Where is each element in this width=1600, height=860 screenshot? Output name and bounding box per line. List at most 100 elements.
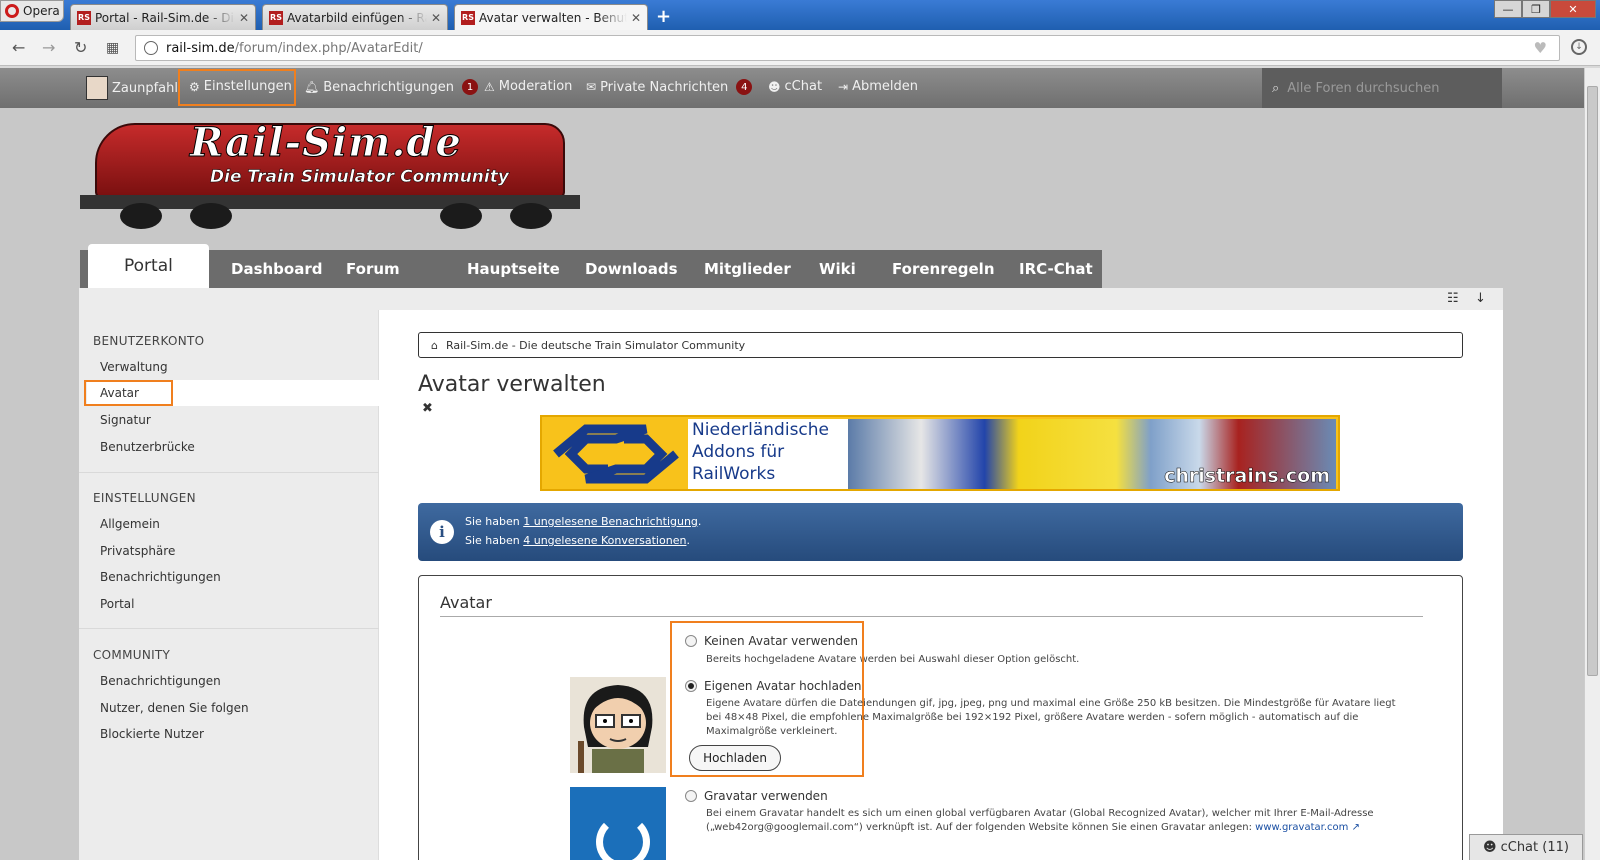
moderation-link[interactable]: ⚠ Moderation — [484, 79, 572, 94]
gravatar-radio[interactable] — [685, 790, 697, 802]
site-info-icon[interactable] — [144, 41, 158, 55]
browser-tab-portal[interactable]: RSPortal - Rail-Sim.de - Die d✕ — [70, 4, 256, 30]
user-avatar — [86, 76, 108, 100]
sidebar-item-privatsphaere[interactable]: Privatsphäre — [100, 544, 175, 558]
warning-icon: ⚠ — [484, 79, 495, 94]
close-tab-icon[interactable]: ✕ — [239, 11, 249, 25]
site-logo[interactable]: Rail-Sim.de Die Train Simulator Communit… — [80, 119, 580, 235]
opera-menu-button[interactable]: Opera — [0, 0, 64, 22]
logout-icon: ⇥ — [838, 79, 849, 94]
close-tab-icon[interactable]: ✕ — [631, 11, 641, 25]
sidebar-item-blocked[interactable]: Blockierte Nutzer — [100, 727, 204, 741]
sidebar-item-signatur[interactable]: Signatur — [100, 413, 151, 427]
own-avatar-label[interactable]: Eigenen Avatar hochladen — [704, 679, 862, 693]
sidebar-item-following[interactable]: Nutzer, denen Sie folgen — [100, 701, 249, 715]
new-tab-button[interactable]: + — [656, 6, 671, 27]
nav-tab-mitglieder[interactable]: Mitglieder — [704, 250, 791, 288]
logout-link[interactable]: ⇥ Abmelden — [838, 79, 918, 94]
cchat-link[interactable]: ☻ cChat — [768, 79, 822, 94]
sidebar-heading-community: COMMUNITY — [93, 648, 171, 662]
close-window-button[interactable]: ✕ — [1550, 0, 1596, 18]
external-link-icon[interactable]: ↗ — [1352, 822, 1360, 833]
private-messages-link[interactable]: ✉ Private Nachrichten 4 — [586, 79, 753, 95]
avatar-section: Avatar Keinen Avatar verwenden Bereits h… — [418, 575, 1463, 860]
section-title: Avatar — [440, 593, 492, 612]
nav-tab-hauptseite[interactable]: Hauptseite — [467, 250, 560, 288]
unread-conversations-link[interactable]: 4 ungelesene Konversationen — [523, 534, 686, 547]
nav-tab-portal[interactable]: Portal — [88, 244, 209, 288]
sidebar-divider — [79, 628, 379, 629]
users-icon: ☻ — [768, 79, 781, 94]
browser-tab-avatarbild[interactable]: RSAvatarbild einfügen - Rail-✕ — [262, 4, 448, 30]
wheel-icon — [190, 203, 232, 229]
main-navigation: Portal Dashboard Forum Hauptseite Downlo… — [80, 244, 1102, 288]
avatar-item-highlight — [84, 380, 173, 406]
cchat-button[interactable]: ☻ cChat (11) — [1469, 834, 1583, 860]
nav-tab-wiki[interactable]: Wiki — [819, 250, 856, 288]
close-icon[interactable]: ✖ — [422, 401, 433, 416]
reload-icon[interactable]: ↻ — [74, 38, 87, 57]
trains-image: christrains.com — [848, 419, 1336, 489]
sitemap-icon[interactable]: ☷ — [1447, 291, 1459, 306]
info-icon: i — [430, 520, 454, 544]
sidebar-item-benachrichtigungen[interactable]: Benachrichtigungen — [100, 570, 221, 584]
sidebar-divider — [79, 472, 379, 473]
logo-title: Rail-Sim.de — [190, 119, 462, 167]
speed-dial-icon[interactable]: ▦ — [106, 40, 119, 56]
sidebar-heading-benutzerkonto: BENUTZERKONTO — [93, 334, 205, 348]
home-icon[interactable]: ⌂ — [431, 339, 438, 352]
nav-tab-forum[interactable]: Forum — [346, 250, 400, 288]
browser-tab-avatar-verwalten[interactable]: RS Avatar verwalten - Benutze ✕ — [454, 4, 648, 30]
forward-arrow-icon[interactable]: → — [42, 38, 55, 57]
upload-button[interactable]: Hochladen — [689, 745, 781, 771]
settings-sidebar: BENUTZERKONTO Verwaltung Avatar Signatur… — [79, 310, 380, 860]
forum-search-input[interactable]: ⌕ Alle Foren durchsuchen — [1262, 68, 1502, 108]
page-tools: ☷ ↓ — [79, 288, 1503, 310]
close-tab-icon[interactable]: ✕ — [431, 11, 441, 25]
web-page: Zaunpfahl ⚙ Einstellungen 🔔︎ Benachrichtig… — [0, 68, 1584, 860]
back-arrow-icon[interactable]: ← — [12, 38, 25, 57]
sidebar-item-benutzerbruecke[interactable]: Benutzerbrücke — [100, 440, 195, 454]
banner-text: Niederländische Addons für RailWorks — [688, 419, 848, 489]
breadcrumb-link[interactable]: Rail-Sim.de - Die deutsche Train Simulat… — [446, 339, 745, 352]
bookmark-heart-icon[interactable]: ♥ — [1534, 39, 1547, 57]
sidebar-item-verwaltung[interactable]: Verwaltung — [100, 360, 168, 374]
maximize-button[interactable]: ❐ — [1522, 0, 1550, 18]
scrollbar-thumb[interactable] — [1587, 86, 1598, 676]
nav-tab-forenregeln[interactable]: Forenregeln — [892, 250, 995, 288]
sidebar-item-portal[interactable]: Portal — [100, 597, 134, 611]
rs-favicon-icon: RS — [269, 10, 283, 25]
url-field[interactable]: rail-sim.de/forum/index.php/AvatarEdit/ … — [135, 35, 1560, 61]
minimize-button[interactable]: — — [1494, 0, 1522, 18]
page-scrollbar[interactable] — [1584, 68, 1600, 860]
info-notice: i Sie haben 1 ungelesene Benachrichtigun… — [418, 503, 1463, 561]
sidebar-item-allgemein[interactable]: Allgemein — [100, 517, 160, 531]
users-icon: ☻ — [1483, 840, 1497, 855]
notifications-link[interactable]: 🔔︎ Benachrichtigungen 1 — [304, 79, 479, 95]
rs-favicon-icon: RS — [77, 10, 91, 25]
logo-subtitle: Die Train Simulator Community — [210, 167, 509, 188]
rs-favicon-icon: RS — [461, 10, 475, 25]
user-menu[interactable]: Zaunpfahl — [86, 76, 178, 100]
chat-icon: ✉ — [586, 80, 597, 94]
advertisement-banner[interactable]: Niederländische Addons für RailWorks chr… — [540, 415, 1340, 491]
nav-tab-irc-chat[interactable]: IRC-Chat — [1019, 250, 1093, 288]
gravatar-label[interactable]: Gravatar verwenden — [704, 789, 828, 803]
unread-notifications-link[interactable]: 1 ungelesene Benachrichtigung — [523, 515, 698, 528]
gravatar-link[interactable]: www.gravatar.com — [1255, 822, 1348, 833]
own-avatar-description: Eigene Avatare dürfen die Dateiendungen … — [706, 698, 1396, 737]
sidebar-heading-einstellungen: EINSTELLUNGEN — [93, 491, 196, 505]
nav-tab-dashboard[interactable]: Dashboard — [231, 250, 322, 288]
wheel-icon — [510, 203, 552, 229]
notifications-badge: 1 — [462, 79, 479, 95]
section-divider — [440, 616, 1423, 617]
breadcrumb: ⌂ Rail-Sim.de - Die deutsche Train Simul… — [418, 332, 1463, 358]
own-avatar-radio[interactable] — [685, 680, 697, 692]
ns-logo-icon — [553, 424, 679, 484]
scroll-down-icon[interactable]: ↓ — [1475, 291, 1486, 306]
browser-tab-bar: Opera RSPortal - Rail-Sim.de - Die d✕ RS… — [0, 0, 1600, 30]
nav-tab-downloads[interactable]: Downloads — [585, 250, 678, 288]
sidebar-item-community-benachrichtigungen[interactable]: Benachrichtigungen — [100, 674, 221, 688]
gravatar-description: Bei einem Gravatar handelt es sich um ei… — [706, 808, 1374, 833]
download-icon[interactable]: ↓ — [1571, 39, 1587, 55]
